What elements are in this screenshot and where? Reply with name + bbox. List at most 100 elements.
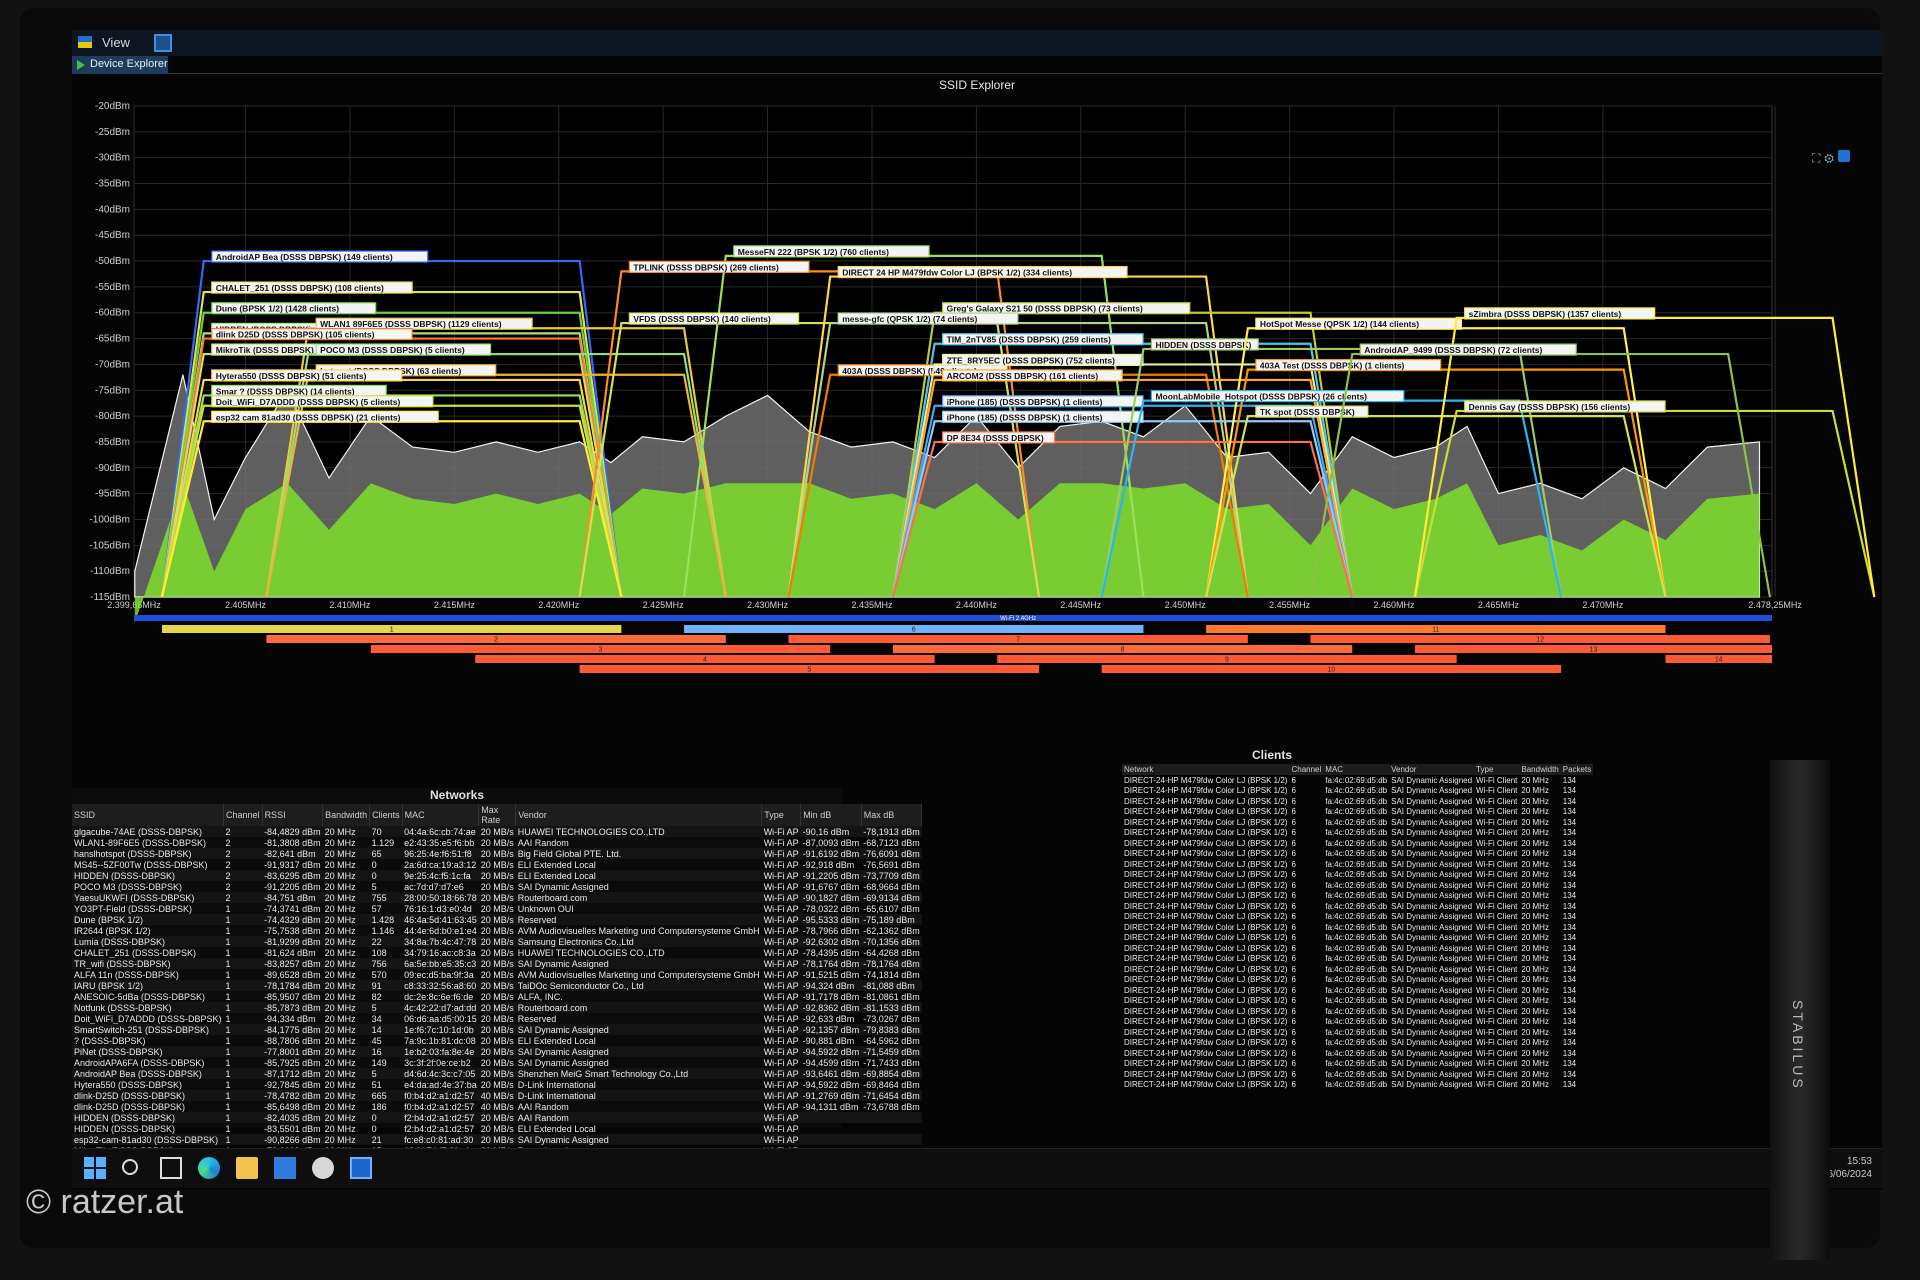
table-row[interactable]: DIRECT-24-HP M479fdw Color LJ (BPSK 1/2)…	[1122, 922, 1593, 933]
table-row[interactable]: DIRECT-24-HP M479fdw Color LJ (BPSK 1/2)…	[1122, 786, 1593, 797]
table-row[interactable]: DIRECT-24-HP M479fdw Color LJ (BPSK 1/2)…	[1122, 1017, 1593, 1028]
table-row[interactable]: esp32-cam-81ad30 (DSSS-DBPSK) 1 -90,8266 d…	[72, 1134, 922, 1145]
table-row[interactable]: WLAN1-89F6E5 (DSSS-DBPSK) 2 -81,3808 dBm 20…	[72, 837, 922, 848]
channel-band-bar	[134, 615, 1772, 621]
tab-bar: Device Explorer	[72, 56, 1882, 74]
clients-title: Clients	[1251, 748, 1292, 762]
table-cell: -79,8383 dBm	[861, 1024, 922, 1035]
windows-start-icon[interactable]	[84, 1157, 106, 1179]
table-row[interactable]: DIRECT-24-HP M479fdw Color LJ (BPSK 1/2)…	[1122, 1080, 1593, 1091]
table-cell: 20 MHz	[1521, 1017, 1549, 1027]
table-row[interactable]: DIRECT-24-HP M479fdw Color LJ (BPSK 1/2)…	[1122, 1006, 1593, 1017]
search-icon[interactable]	[122, 1159, 138, 1175]
column-header[interactable]: RSSI	[262, 804, 324, 826]
table-cell	[800, 1112, 862, 1123]
table-row[interactable]: DIRECT-24-HP M479fdw Color LJ (BPSK 1/2)…	[1122, 870, 1593, 881]
column-header[interactable]: Type	[1474, 764, 1520, 775]
table-row[interactable]: TR_wifi (DSSS-DBPSK) 1 -83,8257 dBm 20 MHz 7…	[72, 958, 922, 969]
table-cell: 57	[371, 903, 382, 914]
table-row[interactable]: dlink-D25D (DSSS-DBPSK) 1 -78,4782 dBm 20 M…	[72, 1090, 922, 1101]
table-row[interactable]: CHALET_251 (DSSS-DBPSK) 1 -81,624 dBm 20 MH…	[72, 947, 922, 958]
table-row[interactable]: DIRECT-24-HP M479fdw Color LJ (BPSK 1/2)…	[1122, 943, 1593, 954]
table-row[interactable]: ? (DSSS-DBPSK) 1 -88,7806 dBm 20 MHz 45 7a:9c…	[72, 1035, 922, 1046]
column-header[interactable]: Packets	[1560, 764, 1594, 775]
table-row[interactable]: AndroidAP Bea (DSSS-DBPSK) 1 -87,1712 dBm 2…	[72, 1068, 922, 1079]
column-header[interactable]: Channel	[1289, 764, 1324, 775]
table-row[interactable]: POCO M3 (DSSS-DBPSK) 2 -91,2205 dBm 20 MHz 5…	[72, 881, 922, 892]
table-row[interactable]: DIRECT-24-HP M479fdw Color LJ (BPSK 1/2)…	[1122, 849, 1593, 860]
table-row[interactable]: DIRECT-24-HP M479fdw Color LJ (BPSK 1/2)…	[1122, 1038, 1593, 1049]
table-row[interactable]: PiNet (DSSS-DBPSK) 1 -77,8001 dBm 20 MHz 16 1…	[72, 1046, 922, 1057]
table-row[interactable]: DIRECT-24-HP M479fdw Color LJ (BPSK 1/2)…	[1122, 996, 1593, 1007]
table-row[interactable]: DIRECT-24-HP M479fdw Color LJ (BPSK 1/2)…	[1122, 964, 1593, 975]
table-row[interactable]: SmartSwitch-251 (DSSS-DBPSK) 1 -84,1775 dB…	[72, 1024, 922, 1035]
column-header[interactable]: Vendor	[1389, 764, 1475, 775]
store-icon[interactable]	[274, 1157, 296, 1179]
table-cell: 1	[223, 936, 263, 947]
table-row[interactable]: DIRECT-24-HP M479fdw Color LJ (BPSK 1/2)…	[1122, 1069, 1593, 1080]
table-row[interactable]: DIRECT-24-HP M479fdw Color LJ (BPSK 1/2)…	[1122, 859, 1593, 870]
column-header[interactable]: MAC	[1323, 764, 1390, 775]
column-header[interactable]: Channel	[223, 804, 263, 826]
menu-view[interactable]: View	[102, 35, 130, 50]
table-row[interactable]: ALFA 11n (DSSS-DBPSK) 1 -89,6528 dBm 20 MHz…	[72, 969, 922, 980]
table-row[interactable]: Dune (BPSK 1/2) 1 -74,4329 dBm 20 MHz 1.428 4…	[72, 914, 922, 925]
table-row[interactable]: IARU (BPSK 1/2) 1 -78,1784 dBm 20 MHz 91 c8:3…	[72, 980, 922, 991]
ssid-explorer-app-icon[interactable]	[350, 1157, 372, 1179]
table-row[interactable]: DIRECT-24-HP M479fdw Color LJ (BPSK 1/2)…	[1122, 954, 1593, 965]
table-cell: Wi-Fi AP	[763, 925, 799, 936]
table-row[interactable]: DIRECT-24-HP M479fdw Color LJ (BPSK 1/2)…	[1122, 807, 1593, 818]
table-row[interactable]: DIRECT-24-HP M479fdw Color LJ (BPSK 1/2)…	[1122, 1059, 1593, 1070]
table-row[interactable]: DIRECT-24-HP M479fdw Color LJ (BPSK 1/2)…	[1122, 828, 1593, 839]
window-icon[interactable]	[154, 34, 172, 52]
table-row[interactable]: DIRECT-24-HP M479fdw Color LJ (BPSK 1/2)…	[1122, 880, 1593, 891]
table-row[interactable]: DIRECT-24-HP M479fdw Color LJ (BPSK 1/2)…	[1122, 901, 1593, 912]
table-row[interactable]: YO3PT-Field (DSSS-DBPSK) 1 -74,3741 dBm 20 …	[72, 903, 922, 914]
table-row[interactable]: glgacube-74AE (DSSS-DBPSK) 2 -84,4829 dBm 2…	[72, 826, 922, 837]
table-row[interactable]: IR2644 (BPSK 1/2) 1 -75,7538 dBm 20 MHz 1.14…	[72, 925, 922, 936]
table-row[interactable]: MS45--5ZF00Tw (DSSS-DBPSK) 2 -91,9317 dBm 2…	[72, 859, 922, 870]
table-row[interactable]: Notfunk (DSSS-DBPSK) 1 -85,7873 dBm 20 MHz 5…	[72, 1002, 922, 1013]
column-header[interactable]: MAC	[402, 804, 480, 826]
table-row[interactable]: DIRECT-24-HP M479fdw Color LJ (BPSK 1/2)…	[1122, 891, 1593, 902]
table-row[interactable]: Doit_WiFi_D7ADDD (DSSS-DBPSK) 1 -94,334 dB…	[72, 1013, 922, 1024]
task-view-icon[interactable]	[160, 1157, 182, 1179]
table-row[interactable]: Hytera550 (DSSS-DBPSK) 1 -92,7845 dBm 20 MH…	[72, 1079, 922, 1090]
file-explorer-icon[interactable]	[236, 1157, 258, 1179]
table-row[interactable]: HIDDEN (DSSS-DBPSK) 1 -82,4035 dBm 20 MHz 0 f…	[72, 1112, 922, 1123]
table-cell: f0:b4:d2:a1:d2:57	[404, 1101, 475, 1112]
table-row[interactable]: DIRECT-24-HP M479fdw Color LJ (BPSK 1/2)…	[1122, 975, 1593, 986]
column-header[interactable]: Type	[761, 804, 802, 826]
table-row[interactable]: hanslhotspot (DSSS-DBPSK) 2 -82,641 dBm 20 …	[72, 848, 922, 859]
table-row[interactable]: DIRECT-24-HP M479fdw Color LJ (BPSK 1/2)…	[1122, 1027, 1593, 1038]
column-header[interactable]: Bandwidth	[322, 804, 371, 826]
table-row[interactable]: DIRECT-24-HP M479fdw Color LJ (BPSK 1/2)…	[1122, 933, 1593, 944]
table-row[interactable]: AndroidAPA6FA (DSSS-DBPSK) 1 -85,7925 dBm 2…	[72, 1057, 922, 1068]
tab-device-explorer[interactable]: Device Explorer	[72, 56, 168, 74]
column-header[interactable]: Vendor	[515, 804, 763, 826]
app-icon[interactable]	[312, 1157, 334, 1179]
table-row[interactable]: HIDDEN (DSSS-DBPSK) 2 -83,6295 dBm 20 MHz 0 9…	[72, 870, 922, 881]
table-row[interactable]: Lumia (DSSS-DBPSK) 1 -81,9299 dBm 20 MHz 22 3…	[72, 936, 922, 947]
column-header[interactable]: Max Rate	[478, 804, 517, 826]
table-cell: Wi-Fi Client	[1476, 1080, 1518, 1090]
column-header[interactable]: Min dB	[800, 804, 862, 826]
table-row[interactable]: HIDDEN (DSSS-DBPSK) 1 -83,5501 dBm 20 MHz 0 f…	[72, 1123, 922, 1134]
column-header[interactable]: SSID	[72, 804, 225, 826]
table-row[interactable]: dlink-D25D (DSSS-DBPSK) 1 -85,6498 dBm 20 M…	[72, 1101, 922, 1112]
column-header[interactable]: Clients	[369, 804, 403, 826]
table-row[interactable]: ANESOIC-5dBa (DSSS-DBPSK) 1 -85,9507 dBm 20…	[72, 991, 922, 1002]
table-row[interactable]: DIRECT-24-HP M479fdw Color LJ (BPSK 1/2)…	[1122, 775, 1593, 786]
table-row[interactable]: DIRECT-24-HP M479fdw Color LJ (BPSK 1/2)…	[1122, 985, 1593, 996]
table-row[interactable]: DIRECT-24-HP M479fdw Color LJ (BPSK 1/2)…	[1122, 796, 1593, 807]
table-row[interactable]: DIRECT-24-HP M479fdw Color LJ (BPSK 1/2)…	[1122, 912, 1593, 923]
table-cell: Wi-Fi Client	[1476, 912, 1518, 922]
table-row[interactable]: DIRECT-24-HP M479fdw Color LJ (BPSK 1/2)…	[1122, 838, 1593, 849]
edge-browser-icon[interactable]	[198, 1157, 220, 1179]
column-header[interactable]: Network	[1122, 764, 1290, 775]
column-header[interactable]: Max dB	[861, 804, 923, 826]
table-row[interactable]: YaesuUKWFI (DSSS-DBPSK) 2 -84,751 dBm 20 MH…	[72, 892, 922, 903]
column-header[interactable]: Bandwidth	[1519, 764, 1561, 775]
table-row[interactable]: DIRECT-24-HP M479fdw Color LJ (BPSK 1/2)…	[1122, 817, 1593, 828]
table-row[interactable]: DIRECT-24-HP M479fdw Color LJ (BPSK 1/2)…	[1122, 1048, 1593, 1059]
